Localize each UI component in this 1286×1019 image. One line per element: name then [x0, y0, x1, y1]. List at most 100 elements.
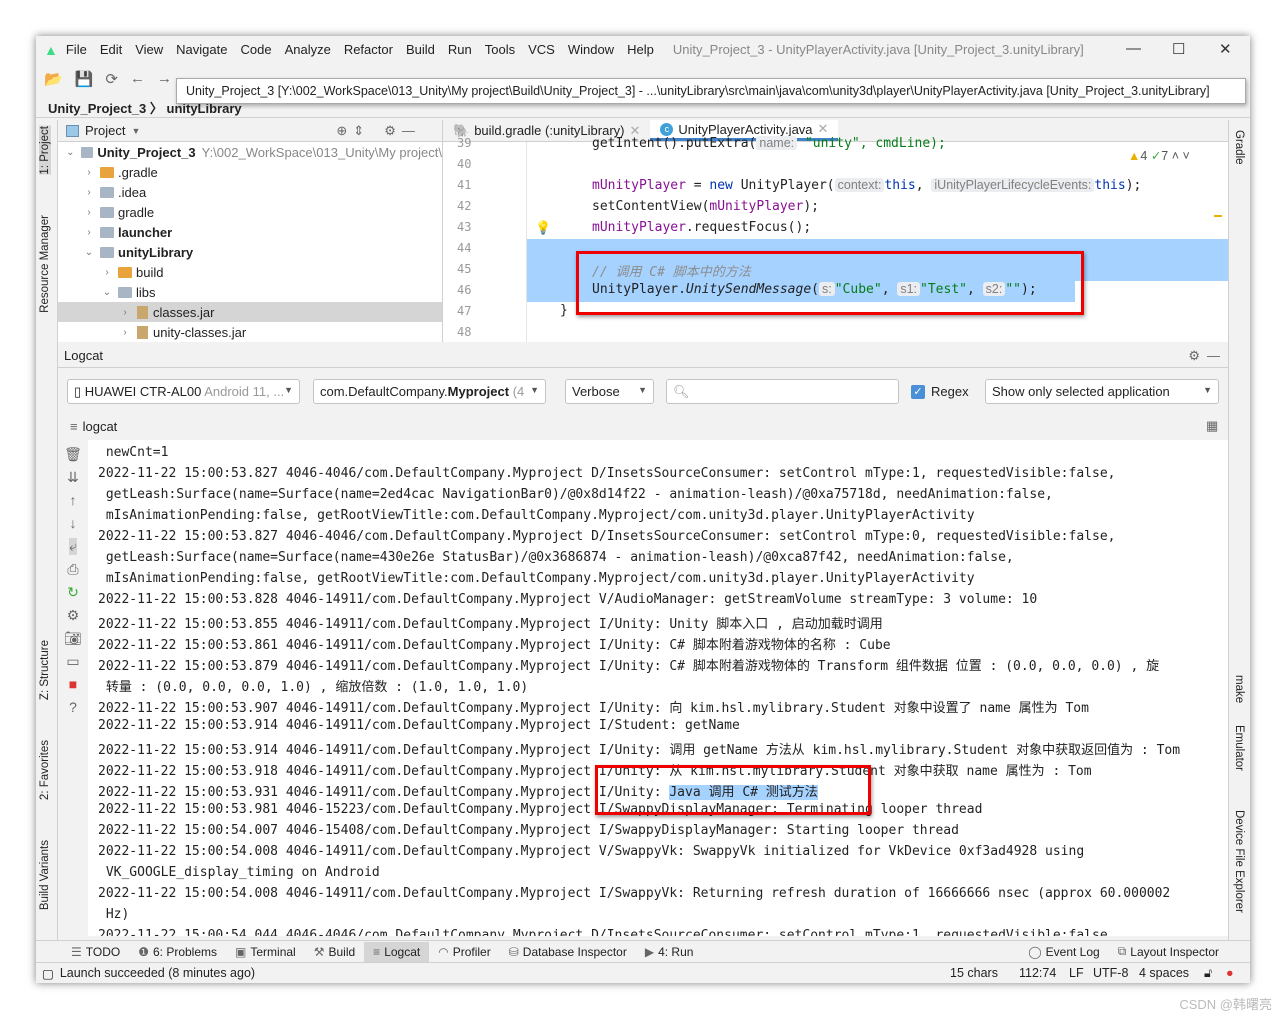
save-icon[interactable]: 💾 [75, 70, 94, 88]
code-line-43[interactable]: mUnityPlayer.requestFocus(); [592, 220, 811, 235]
regex-checkbox[interactable]: ✓ Regex [911, 384, 969, 399]
screenshot-icon[interactable]: 📷︎ [64, 630, 82, 647]
menu-tools[interactable]: Tools [485, 42, 515, 57]
hide-icon[interactable]: — [1207, 348, 1220, 363]
back-icon[interactable]: ← [130, 70, 145, 87]
menu-run[interactable]: Run [448, 42, 472, 57]
chevron-right-icon[interactable]: › [82, 227, 96, 238]
tab-favorites[interactable]: 2: Favorites [39, 740, 51, 800]
project-view-selector[interactable]: Project [85, 123, 125, 138]
chevron-right-icon[interactable]: › [118, 327, 132, 338]
soft-wrap-icon[interactable]: ⤶ [69, 538, 77, 555]
code-line-42[interactable]: setContentView(mUnityPlayer); [592, 199, 819, 214]
level-dropdown[interactable]: Verbose ▼ [565, 379, 654, 404]
clear-icon[interactable]: 🗑︎ [64, 446, 82, 463]
process-dropdown[interactable]: com.DefaultCompany.Myproject (4 ▼ [313, 379, 546, 404]
chevron-down-icon[interactable]: ⌄ [100, 287, 114, 298]
tree-item[interactable]: › unity-classes.jar [58, 322, 442, 342]
close-tab-icon[interactable]: ✕ [818, 121, 829, 137]
tree-item[interactable]: › .gradle [58, 162, 442, 182]
tree-item[interactable]: ⌄ unityLibrary [58, 242, 442, 262]
record-icon[interactable]: ▭ [66, 653, 79, 670]
menu-vcs[interactable]: VCS [528, 42, 555, 57]
menu-build[interactable]: Build [406, 42, 435, 57]
caret-position[interactable]: 112:74 [1019, 966, 1056, 980]
layout-icon[interactable]: ▦ [1206, 418, 1218, 434]
device-dropdown[interactable]: ▯ HUAWEI CTR-AL00 Android 11, ... ▼ [67, 379, 300, 404]
menu-help[interactable]: Help [627, 42, 654, 57]
gear-icon[interactable]: ⚙ [67, 607, 80, 624]
bottom-tab-terminal[interactable]: ▣ Terminal [226, 942, 305, 962]
tree-item[interactable]: › build [58, 262, 442, 282]
bottom-tab-database-inspector[interactable]: ⛁ Database Inspector [500, 942, 636, 962]
line-separator[interactable]: LF [1069, 966, 1084, 980]
scroll-end-icon[interactable]: ⇊ [67, 469, 79, 486]
tab-device-file-explorer[interactable]: Device File Explorer [1233, 810, 1245, 913]
breadcrumb-item[interactable]: Unity_Project_3 [48, 101, 146, 116]
up-icon[interactable]: ↑ [70, 492, 77, 509]
maximize-button[interactable]: ☐ [1172, 40, 1185, 58]
tab-emulator[interactable]: Emulator [1233, 725, 1245, 771]
sync-icon[interactable]: ⟳ [105, 70, 118, 88]
tab-gradle[interactable]: Gradle [1233, 130, 1245, 165]
tree-item[interactable]: ⌄ libs [58, 282, 442, 302]
forward-icon[interactable]: → [157, 70, 172, 87]
bottom-tab--problems[interactable]: ❶ 6: Problems [129, 942, 226, 962]
bottom-tab-event-log[interactable]: ◯ Event Log [1019, 942, 1108, 962]
tab-resource-manager[interactable]: Resource Manager [39, 215, 51, 313]
menu-refactor[interactable]: Refactor [344, 42, 393, 57]
tab-build-variants[interactable]: Build Variants [39, 840, 51, 910]
chevron-down-icon[interactable]: ⌄ [64, 147, 77, 158]
tree-item[interactable]: › gradle [58, 202, 442, 222]
gear-icon[interactable]: ⚙ [384, 123, 396, 139]
gear-icon[interactable]: ⚙ [1188, 348, 1200, 364]
tab-structure[interactable]: Z: Structure [39, 640, 51, 700]
inspection-widget[interactable]: ▲4 ✓7 ˄ ˅ [1128, 148, 1190, 163]
bottom-tab-todo[interactable]: ☰ TODO [62, 942, 129, 962]
tab-make[interactable]: make [1233, 675, 1245, 703]
down-icon[interactable]: ↓ [70, 515, 77, 532]
restart-icon[interactable]: ↻ [67, 584, 79, 601]
bottom-tab-layout-inspector[interactable]: ⧉ Layout Inspector [1109, 941, 1228, 962]
collapse-icon[interactable]: ⇕ [353, 123, 364, 139]
bottom-tab--run[interactable]: ▶ 4: Run [636, 942, 703, 962]
chevron-right-icon[interactable]: › [82, 207, 96, 218]
print-icon[interactable]: ⎙ [67, 561, 78, 578]
locate-icon[interactable]: ⊕ [336, 123, 347, 139]
log-output[interactable]: newCnt=1 2022-11-22 15:00:53.827 4046-404… [88, 440, 1228, 936]
search-input[interactable]: 🔍︎ [666, 379, 899, 404]
filter-dropdown[interactable]: Show only selected application ▼ [985, 379, 1219, 404]
lock-icon[interactable]: 🔓︎ [1204, 966, 1212, 981]
chevron-down-icon[interactable]: ⌄ [82, 247, 96, 258]
menu-navigate[interactable]: Navigate [176, 42, 227, 57]
bottom-tab-build[interactable]: ⚒ Build [305, 942, 364, 962]
menu-window[interactable]: Window [568, 42, 614, 57]
chevron-right-icon[interactable]: › [100, 267, 114, 278]
status-message[interactable]: Launch succeeded (8 minutes ago) [60, 966, 255, 980]
open-icon[interactable]: 📂 [44, 70, 63, 88]
stop-icon[interactable]: ■ [69, 676, 77, 693]
tree-item[interactable]: › .idea [58, 182, 442, 202]
chevron-right-icon[interactable]: › [82, 167, 96, 178]
tree-item[interactable]: ⌄ Unity_Project_3 Y:\002_WorkSpace\013_Uni… [58, 142, 442, 162]
lightbulb-icon[interactable]: 💡 [535, 220, 551, 236]
close-button[interactable]: ✕ [1219, 40, 1232, 58]
menu-code[interactable]: Code [240, 42, 271, 57]
menu-view[interactable]: View [135, 42, 163, 57]
tab-project[interactable]: 1: Project [39, 126, 51, 175]
bottom-tab-profiler[interactable]: ◠ Profiler [429, 942, 500, 962]
chevron-right-icon[interactable]: › [82, 187, 96, 198]
bottom-tab-logcat[interactable]: ≡ Logcat [364, 941, 430, 962]
indent[interactable]: 4 spaces [1139, 966, 1189, 980]
checkbox-checked-icon[interactable]: ✓ [911, 384, 925, 399]
error-icon[interactable]: ● [1226, 966, 1234, 980]
encoding[interactable]: UTF-8 [1093, 966, 1128, 980]
help-icon[interactable]: ? [69, 699, 77, 716]
menu-edit[interactable]: Edit [100, 42, 122, 57]
chevron-right-icon[interactable]: › [118, 307, 132, 318]
tree-item[interactable]: › launcher [58, 222, 442, 242]
menu-file[interactable]: File [66, 42, 87, 57]
hide-icon[interactable]: — [402, 123, 415, 138]
minimize-button[interactable]: — [1126, 40, 1141, 57]
code-line-41[interactable]: mUnityPlayer = new UnityPlayer(context: t… [592, 178, 1141, 193]
